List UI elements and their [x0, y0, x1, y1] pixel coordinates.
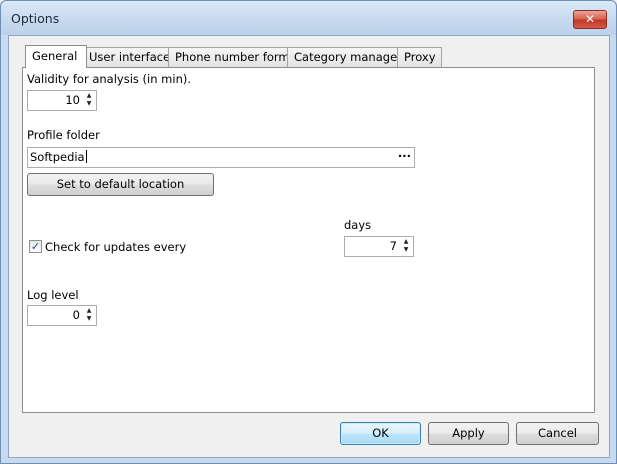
days-spin-buttons[interactable]: ▲ ▼	[400, 238, 412, 255]
options-window: Options ✕ General User interface Phone n…	[0, 0, 617, 464]
general-tab-panel: Validity for analysis (in min). 10 ▲ ▼ P…	[22, 67, 595, 413]
log-level-spin-buttons[interactable]: ▲ ▼	[83, 307, 95, 324]
set-default-location-button[interactable]: Set to default location	[27, 173, 214, 196]
log-level-value: 0	[72, 308, 80, 322]
browse-icon[interactable]: ···	[398, 149, 411, 163]
validity-spinner[interactable]: 10 ▲ ▼	[27, 90, 97, 111]
validity-label: Validity for analysis (in min).	[27, 72, 192, 86]
tab-general[interactable]: General	[25, 45, 87, 68]
days-value: 7	[389, 239, 397, 253]
ok-button[interactable]: OK	[340, 422, 421, 445]
spin-down-icon[interactable]: ▼	[83, 100, 95, 108]
profile-folder-input[interactable]: Softpedia ···	[27, 147, 415, 168]
days-label: days	[344, 218, 372, 232]
validity-spin-buttons[interactable]: ▲ ▼	[83, 92, 95, 109]
spin-up-icon[interactable]: ▲	[83, 307, 95, 315]
validity-value: 10	[65, 93, 80, 107]
check-updates-label[interactable]: Check for updates every	[45, 240, 186, 254]
days-spinner[interactable]: 7 ▲ ▼	[344, 236, 414, 257]
profile-folder-value: Softpedia	[30, 150, 85, 164]
log-level-label: Log level	[27, 288, 79, 302]
check-updates-checkbox[interactable]: ✓	[29, 240, 42, 253]
spin-down-icon[interactable]: ▼	[400, 246, 412, 254]
title-bar[interactable]: Options ✕	[1, 1, 616, 35]
cancel-button[interactable]: Cancel	[516, 422, 599, 445]
checkmark-icon: ✓	[30, 240, 41, 253]
tab-user-interface[interactable]: User interface	[82, 47, 180, 67]
spin-down-icon[interactable]: ▼	[83, 315, 95, 323]
spin-up-icon[interactable]: ▲	[400, 238, 412, 246]
dialog-body: General User interface Phone number form…	[8, 35, 610, 458]
log-level-spinner[interactable]: 0 ▲ ▼	[27, 305, 97, 326]
tab-proxy[interactable]: Proxy	[397, 47, 442, 67]
tab-phone-number-format[interactable]: Phone number format	[168, 47, 301, 67]
close-button[interactable]: ✕	[573, 10, 607, 29]
close-icon: ✕	[584, 12, 596, 26]
text-caret	[85, 150, 87, 163]
profile-folder-text-wrap: Softpedia	[30, 150, 87, 164]
tab-category-manager[interactable]: Category manager	[287, 47, 402, 67]
spin-up-icon[interactable]: ▲	[83, 92, 95, 100]
profile-folder-label: Profile folder	[27, 128, 100, 142]
apply-button[interactable]: Apply	[428, 422, 509, 445]
window-title: Options	[11, 11, 60, 26]
